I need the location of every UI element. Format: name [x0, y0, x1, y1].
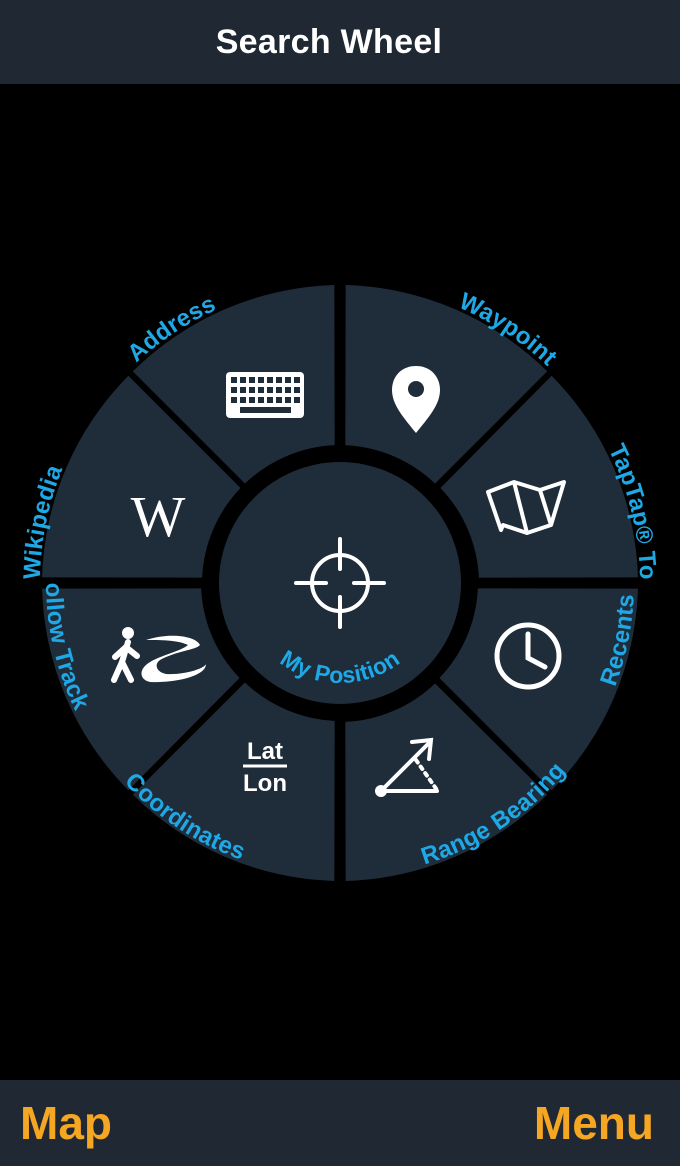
keyboard-icon	[226, 372, 304, 418]
keyboard-key	[249, 377, 255, 383]
keyboard-key	[258, 377, 264, 383]
keyboard-key	[276, 397, 282, 403]
keyboard-key	[231, 377, 237, 383]
keyboard-key	[285, 387, 291, 393]
bottom-bar: Map Menu	[0, 1080, 680, 1166]
keyboard-key	[294, 377, 300, 383]
keyboard-key	[294, 397, 300, 403]
lat-lon-icon: Lat Lon	[243, 738, 287, 797]
keyboard-key	[267, 397, 273, 403]
keyboard-key	[276, 377, 282, 383]
keyboard-key	[249, 387, 255, 393]
keyboard-key	[258, 397, 264, 403]
keyboard-key	[231, 397, 237, 403]
keyboard-key	[231, 387, 237, 393]
keyboard-key	[258, 387, 264, 393]
keyboard-key	[276, 387, 282, 393]
keyboard-key	[249, 397, 255, 403]
menu-button[interactable]: Menu	[534, 1096, 654, 1150]
svg-text:Lat: Lat	[247, 738, 283, 765]
keyboard-key	[240, 387, 246, 393]
map-button[interactable]: Map	[20, 1096, 112, 1150]
keyboard-key	[267, 377, 273, 383]
keyboard-key	[267, 387, 273, 393]
svg-text:W: W	[131, 484, 186, 549]
keyboard-key	[294, 387, 300, 393]
keyboard-key	[285, 397, 291, 403]
keyboard-key	[285, 377, 291, 383]
search-wheel: Waypoint TapTap® Tool Recents Range Bear…	[0, 0, 661, 881]
keyboard-key	[240, 377, 246, 383]
keyboard-key	[240, 397, 246, 403]
svg-text:Lon: Lon	[243, 770, 287, 797]
wikipedia-icon: W	[131, 484, 186, 549]
keyboard-spacebar	[240, 407, 291, 413]
map-pin-hole	[408, 381, 424, 397]
